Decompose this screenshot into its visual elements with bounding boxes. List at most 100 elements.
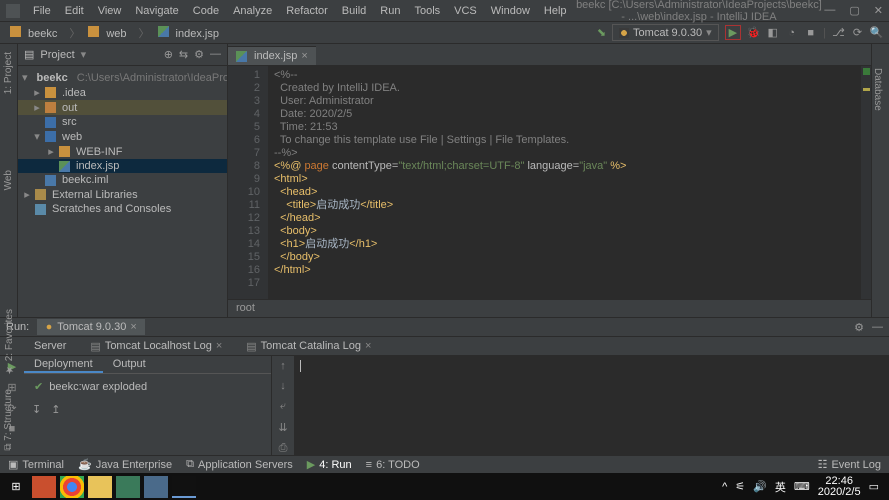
undeploy-icon[interactable]: ↥ [51, 403, 60, 416]
gear-icon[interactable]: ⚙ [194, 48, 204, 61]
menu-tools[interactable]: Tools [407, 2, 447, 20]
collapse-icon[interactable]: ⇆ [179, 48, 188, 61]
menu-view[interactable]: View [91, 2, 129, 20]
error-stripe[interactable] [861, 66, 871, 299]
debug-icon[interactable]: 🐞 [747, 26, 760, 39]
project-view-icon[interactable]: ▤ [24, 48, 34, 61]
stop-icon[interactable]: ■ [804, 26, 817, 39]
tool-todo[interactable]: ≡6: TODO [366, 459, 420, 471]
tray-network-icon[interactable]: ⚟ [735, 480, 745, 493]
git-icon[interactable]: ⎇ [832, 26, 845, 39]
rail-database[interactable]: Database [872, 64, 883, 115]
tray-volume-icon[interactable]: 🔊 [753, 480, 767, 493]
tool-javaee[interactable]: ☕Java Enterprise [78, 458, 172, 471]
start-button[interactable]: ⊞ [4, 476, 28, 498]
update-icon[interactable]: ⟳ [851, 26, 864, 39]
hide-icon[interactable]: — [210, 48, 221, 61]
tree-scratches[interactable]: Scratches and Consoles [18, 202, 227, 216]
coverage-icon[interactable]: ◧ [766, 26, 779, 39]
search-icon[interactable]: 🔍 [870, 26, 883, 39]
wrap-icon[interactable]: ⤶ [280, 400, 286, 413]
subtab-deployment[interactable]: Deployment [24, 356, 103, 373]
menu-help[interactable]: Help [537, 2, 574, 20]
tray-clock[interactable]: 22:462020/2/5 [818, 476, 861, 498]
tree-indexjsp[interactable]: index.jsp [18, 159, 227, 173]
run-config-combo[interactable]: Tomcat 9.0.30 ▾ [612, 24, 719, 41]
tomcat-icon [45, 323, 53, 331]
rail-structure[interactable]: ⧉ 7: Structure [3, 385, 15, 455]
scratch-icon [35, 204, 46, 215]
output-console[interactable] [294, 356, 889, 455]
minimize-icon[interactable]: — [824, 4, 835, 17]
tray-lang[interactable]: 英 [775, 479, 786, 495]
tray-up-icon[interactable]: ^ [722, 481, 727, 493]
src-folder-icon [45, 117, 56, 128]
tree-src[interactable]: src [18, 115, 227, 129]
subtab-output[interactable]: Output [103, 356, 156, 373]
run-tab-tomcat[interactable]: Tomcat 9.0.30 × [37, 319, 145, 335]
todo-icon: ≡ [366, 459, 372, 471]
task-app1[interactable] [32, 476, 56, 498]
menu-analyze[interactable]: Analyze [226, 2, 279, 20]
tab-server[interactable]: Server [30, 338, 70, 354]
terminal-icon: ▣ [8, 458, 18, 471]
task-app3[interactable] [144, 476, 168, 498]
down-icon[interactable]: ↓ [280, 380, 286, 392]
menu-build[interactable]: Build [335, 2, 373, 20]
tab-catalina-log[interactable]: ▤Tomcat Catalina Log× [242, 338, 375, 355]
task-app2[interactable] [116, 476, 140, 498]
tool-appservers[interactable]: ⧉Application Servers [186, 458, 293, 471]
menu-navigate[interactable]: Navigate [128, 2, 185, 20]
rail-project[interactable]: 1: Project [3, 48, 14, 98]
breadcrumb-file[interactable]: index.jsp [154, 24, 227, 42]
close-tab-icon[interactable]: × [130, 321, 136, 333]
code-area[interactable]: 1234567891011121314151617 <%-- Created b… [228, 66, 871, 299]
tray-notif-icon[interactable]: ▭ [869, 480, 879, 493]
build-icon[interactable]: ⬊ [597, 26, 606, 39]
library-icon [35, 189, 46, 200]
menu-vcs[interactable]: VCS [447, 2, 484, 20]
tray-ime-icon[interactable]: ⌨ [794, 480, 810, 493]
tree-iml[interactable]: beekc.iml [18, 173, 227, 187]
up-icon[interactable]: ↑ [280, 360, 286, 372]
profile-icon[interactable]: ◔ [785, 26, 798, 39]
editor-crumb[interactable]: root [228, 299, 871, 317]
scroll-icon[interactable]: ⇊ [278, 421, 287, 434]
editor-tab-indexjsp[interactable]: index.jsp × [228, 46, 316, 65]
tree-root[interactable]: ▾beekc C:\Users\Administrator\IdeaProjec… [18, 70, 227, 85]
maximize-icon[interactable]: ▢ [849, 4, 859, 17]
task-explorer[interactable] [88, 476, 112, 498]
run-button[interactable]: ▶ [725, 25, 741, 40]
task-chrome[interactable] [60, 476, 84, 498]
tab-localhost-log[interactable]: ▤Tomcat Localhost Log× [86, 338, 226, 355]
task-intellij[interactable] [172, 476, 196, 498]
menu-file[interactable]: File [26, 2, 58, 20]
tool-eventlog[interactable]: ☷Event Log [818, 458, 881, 471]
menu-window[interactable]: Window [484, 2, 537, 20]
target-icon[interactable]: ⊕ [164, 48, 173, 61]
rail-favorites[interactable]: ★ 2: Favorites [4, 305, 15, 379]
code-content[interactable]: <%-- Created by IntelliJ IDEA. User: Adm… [268, 66, 871, 299]
menu-edit[interactable]: Edit [58, 2, 91, 20]
menu-run[interactable]: Run [373, 2, 407, 20]
print-icon[interactable]: ⎙ [279, 442, 288, 455]
tree-webinf[interactable]: ▸WEB-INF [18, 144, 227, 159]
gear-icon[interactable]: ⚙ [854, 321, 864, 334]
breadcrumb-root[interactable]: beekc [6, 24, 65, 42]
tree-idea[interactable]: ▸.idea [18, 85, 227, 100]
tool-terminal[interactable]: ▣Terminal [8, 458, 64, 471]
menu-refactor[interactable]: Refactor [279, 2, 335, 20]
tool-run[interactable]: ▶4: Run [307, 458, 352, 471]
menu-code[interactable]: Code [186, 2, 226, 20]
deploy-icon[interactable]: ↧ [32, 403, 41, 416]
artifact-row[interactable]: ✔ beekc:war exploded [34, 380, 261, 393]
tree-extlib[interactable]: ▸External Libraries [18, 187, 227, 202]
hide-icon[interactable]: — [872, 321, 883, 334]
chevron-down-icon[interactable]: ▾ [81, 48, 87, 61]
tree-web[interactable]: ▾web [18, 129, 227, 144]
close-tab-icon[interactable]: × [301, 50, 307, 62]
breadcrumb-web[interactable]: web [84, 24, 134, 42]
tree-out[interactable]: ▸out [18, 100, 227, 115]
rail-web[interactable]: Web [3, 166, 14, 194]
close-icon[interactable]: ✕ [874, 4, 883, 17]
